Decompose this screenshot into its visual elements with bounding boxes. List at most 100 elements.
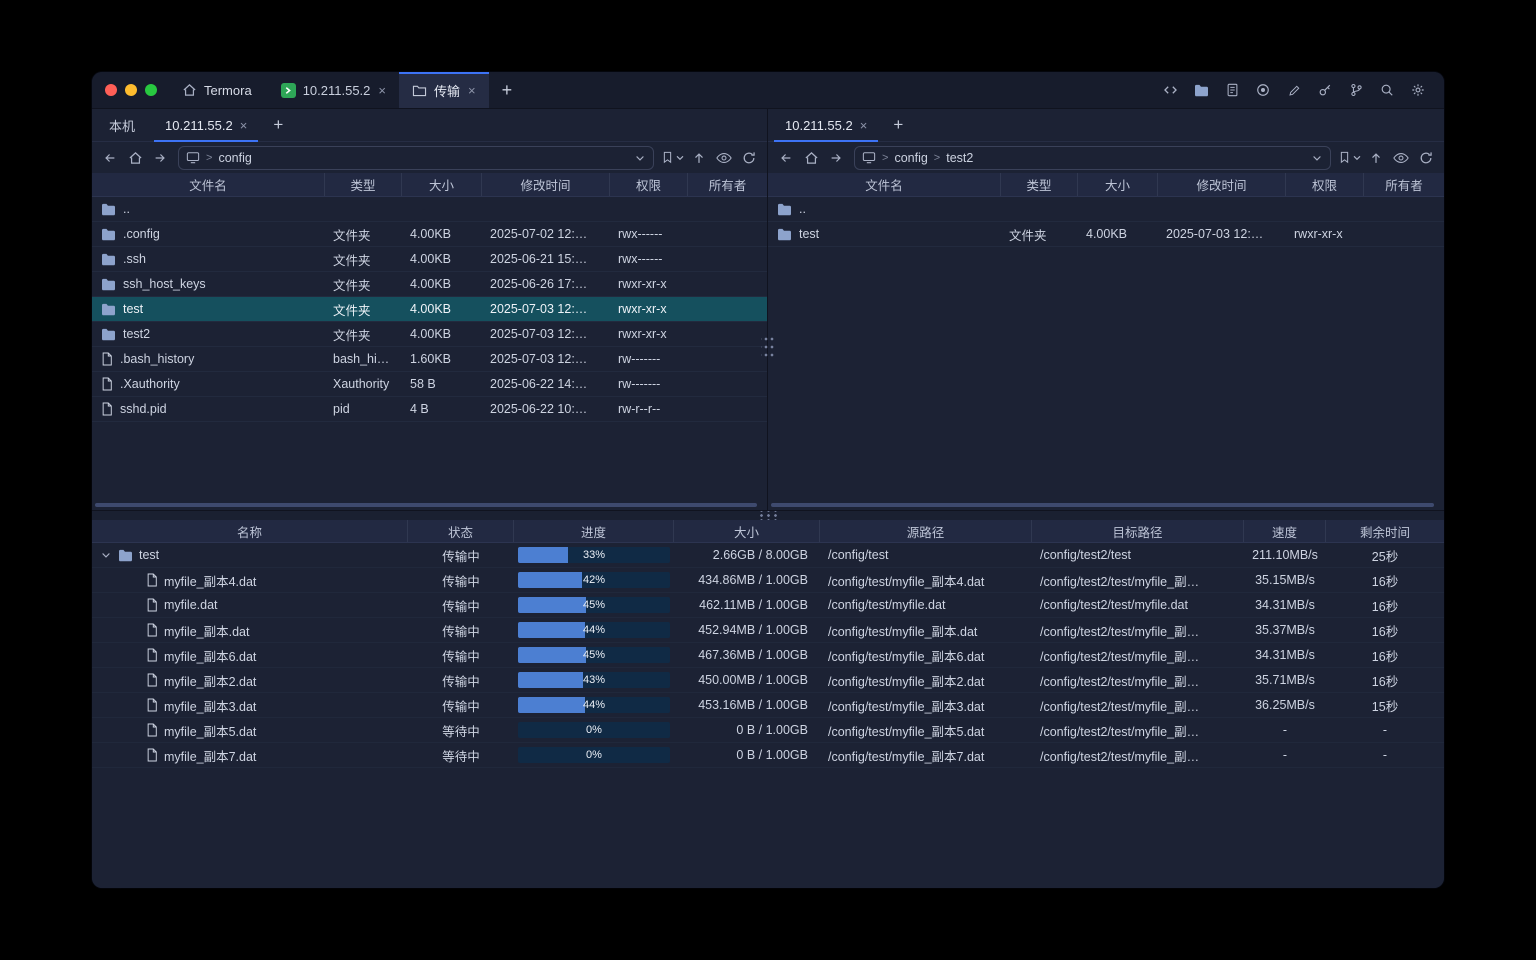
file-perm xyxy=(610,197,688,221)
breadcrumb-segment[interactable]: config xyxy=(894,151,927,165)
refresh-button[interactable] xyxy=(737,146,761,170)
file-row[interactable]: .config文件夹4.00KB2025-07-02 12:…rwx------ xyxy=(92,222,767,247)
titlebar-drag-area xyxy=(525,72,1158,108)
refresh-button[interactable] xyxy=(1414,146,1438,170)
parent-directory-button[interactable] xyxy=(687,146,711,170)
horizontal-scrollbar[interactable] xyxy=(95,503,757,507)
folder-button[interactable] xyxy=(1189,78,1213,102)
window-tab-session[interactable]: 10.211.55.2× xyxy=(268,72,399,108)
file-mtime: 2025-06-22 14:… xyxy=(482,372,610,396)
back-button[interactable] xyxy=(98,146,122,170)
window-tab-transfer[interactable]: 传输× xyxy=(399,72,489,108)
column-header[interactable]: 所有者 xyxy=(1364,173,1444,196)
transfer-row[interactable]: myfile_副本2.dat传输中43%450.00MB / 1.00GB/co… xyxy=(92,668,1444,693)
progress-label: 45% xyxy=(518,647,670,663)
forward-button[interactable] xyxy=(824,146,848,170)
git-branch-button[interactable] xyxy=(1344,78,1368,102)
bookmark-button[interactable] xyxy=(1337,146,1363,170)
new-sftp-tab-button[interactable]: + xyxy=(882,109,914,141)
column-header[interactable]: 剩余时间 xyxy=(1326,520,1444,542)
close-window-button[interactable] xyxy=(105,84,117,96)
breadcrumb-separator: > xyxy=(934,152,940,164)
sftp-tab[interactable]: 10.211.55.2× xyxy=(770,109,882,141)
file-type xyxy=(325,197,402,221)
breadcrumb[interactable]: >config>test2 xyxy=(854,146,1331,170)
toggle-hidden-files-button[interactable] xyxy=(712,146,736,170)
code-button[interactable] xyxy=(1158,78,1182,102)
transfer-row[interactable]: myfile_副本3.dat传输中44%453.16MB / 1.00GB/co… xyxy=(92,693,1444,718)
transfer-panel: 名称状态进度大小源路径目标路径速度剩余时间 test传输中33%2.66GB /… xyxy=(92,520,1444,888)
settings-button[interactable] xyxy=(1406,78,1430,102)
file-owner xyxy=(688,222,767,246)
minimize-window-button[interactable] xyxy=(125,84,137,96)
transfer-source-path: /config/test/myfile.dat xyxy=(820,593,1032,617)
file-row[interactable]: .XauthorityXauthority58 B2025-06-22 14:…… xyxy=(92,372,767,397)
key-button[interactable] xyxy=(1313,78,1337,102)
file-row[interactable]: test文件夹4.00KB2025-07-03 12:…rwxr-xr-x xyxy=(768,222,1444,247)
column-header[interactable]: 速度 xyxy=(1244,520,1326,542)
sftp-tab[interactable]: 10.211.55.2× xyxy=(150,109,262,141)
maximize-window-button[interactable] xyxy=(145,84,157,96)
column-header[interactable]: 大小 xyxy=(1078,173,1158,196)
transfer-row[interactable]: myfile_副本7.dat等待中0%0 B / 1.00GB/config/t… xyxy=(92,743,1444,768)
app-home-button[interactable]: Termora xyxy=(170,72,268,108)
horizontal-scrollbar[interactable] xyxy=(771,503,1434,507)
home-button[interactable] xyxy=(123,146,147,170)
file-row[interactable]: .bash_historybash_hi…1.60KB2025-07-03 12… xyxy=(92,347,767,372)
column-header[interactable]: 修改时间 xyxy=(1158,173,1286,196)
close-tab-icon[interactable]: × xyxy=(468,83,476,98)
transfer-row[interactable]: myfile_副本.dat传输中44%452.94MB / 1.00GB/con… xyxy=(92,618,1444,643)
transfer-row[interactable]: myfile_副本4.dat传输中42%434.86MB / 1.00GB/co… xyxy=(92,568,1444,593)
parent-directory-button[interactable] xyxy=(1364,146,1388,170)
file-row[interactable]: .. xyxy=(768,197,1444,222)
vertical-splitter-handle[interactable] xyxy=(761,333,775,361)
new-sftp-tab-button[interactable]: + xyxy=(262,109,294,141)
file-row[interactable]: sshd.pidpid4 B2025-06-22 10:…rw-r--r-- xyxy=(92,397,767,422)
forward-button[interactable] xyxy=(148,146,172,170)
file-perm: rwx------ xyxy=(610,247,688,271)
edit-button[interactable] xyxy=(1282,78,1306,102)
file-row[interactable]: test文件夹4.00KB2025-07-03 12:…rwxr-xr-x xyxy=(92,297,767,322)
column-header[interactable]: 大小 xyxy=(674,520,820,542)
toggle-hidden-files-button[interactable] xyxy=(1389,146,1413,170)
close-tab-icon[interactable]: × xyxy=(378,83,386,98)
column-header[interactable]: 状态 xyxy=(408,520,514,542)
close-tab-icon[interactable]: × xyxy=(240,118,248,133)
transfer-row[interactable]: myfile_副本5.dat等待中0%0 B / 1.00GB/config/t… xyxy=(92,718,1444,743)
column-header[interactable]: 名称 xyxy=(92,520,408,542)
back-button[interactable] xyxy=(774,146,798,170)
column-header[interactable]: 所有者 xyxy=(688,173,767,196)
home-button[interactable] xyxy=(799,146,823,170)
column-header[interactable]: 目标路径 xyxy=(1032,520,1244,542)
breadcrumb[interactable]: >config xyxy=(178,146,654,170)
new-tab-button[interactable]: + xyxy=(489,72,526,108)
column-header[interactable]: 源路径 xyxy=(820,520,1032,542)
transfer-row[interactable]: myfile.dat传输中45%462.11MB / 1.00GB/config… xyxy=(92,593,1444,618)
bookmark-button[interactable] xyxy=(660,146,686,170)
sftp-tab-bar: 本机10.211.55.2×+ xyxy=(92,109,767,142)
log-button[interactable] xyxy=(1220,78,1244,102)
record-button[interactable] xyxy=(1251,78,1275,102)
column-header[interactable]: 权限 xyxy=(610,173,688,196)
file-row[interactable]: .. xyxy=(92,197,767,222)
column-header[interactable]: 文件名 xyxy=(92,173,325,196)
sftp-tab[interactable]: 本机 xyxy=(94,109,150,141)
column-header[interactable]: 文件名 xyxy=(768,173,1001,196)
horizontal-splitter[interactable] xyxy=(92,510,1444,520)
column-header[interactable]: 进度 xyxy=(514,520,674,542)
column-header[interactable]: 修改时间 xyxy=(482,173,610,196)
transfer-row[interactable]: myfile_副本6.dat传输中45%467.36MB / 1.00GB/co… xyxy=(92,643,1444,668)
search-button[interactable] xyxy=(1375,78,1399,102)
column-header[interactable]: 权限 xyxy=(1286,173,1364,196)
column-header[interactable]: 类型 xyxy=(1001,173,1078,196)
column-header[interactable]: 大小 xyxy=(402,173,482,196)
breadcrumb-segment[interactable]: config xyxy=(218,151,251,165)
progress-bar: 42% xyxy=(518,572,670,588)
file-row[interactable]: .ssh文件夹4.00KB2025-06-21 15:…rwx------ xyxy=(92,247,767,272)
breadcrumb-segment[interactable]: test2 xyxy=(946,151,973,165)
column-header[interactable]: 类型 xyxy=(325,173,402,196)
transfer-row[interactable]: test传输中33%2.66GB / 8.00GB/config/test/co… xyxy=(92,543,1444,568)
file-row[interactable]: ssh_host_keys文件夹4.00KB2025-06-26 17:…rwx… xyxy=(92,272,767,297)
file-row[interactable]: test2文件夹4.00KB2025-07-03 12:…rwxr-xr-x xyxy=(92,322,767,347)
close-tab-icon[interactable]: × xyxy=(860,118,868,133)
